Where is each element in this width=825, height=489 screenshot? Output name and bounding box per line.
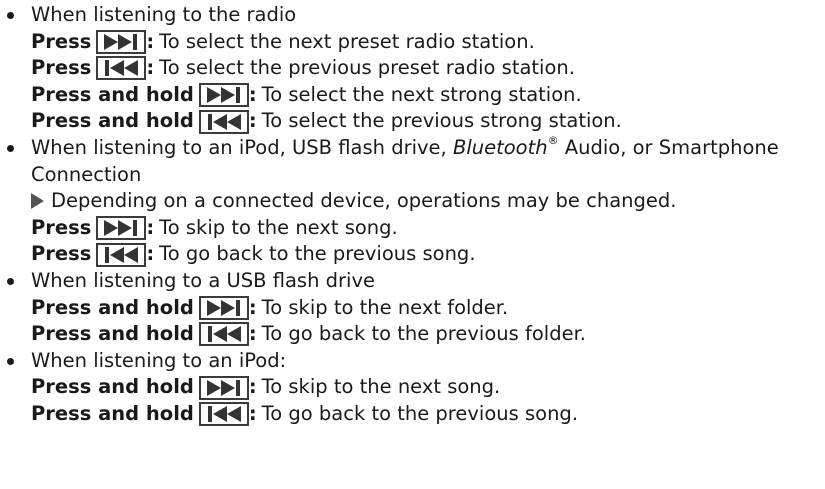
media-heading-part2: Audio, or Smartphone bbox=[558, 135, 779, 159]
item-prefix: Press bbox=[31, 29, 92, 53]
item-colon: : bbox=[248, 322, 257, 346]
bluetooth-term: Bluetooth bbox=[452, 135, 548, 159]
ipod-heading: When listening to an iPod: bbox=[31, 348, 287, 372]
bullet-icon bbox=[7, 277, 14, 285]
item-prefix: Press bbox=[31, 56, 92, 80]
item-prefix: Press and hold bbox=[31, 109, 194, 133]
item-text: To skip to the next folder. bbox=[261, 295, 509, 319]
next-track-icon bbox=[198, 83, 249, 108]
previous-track-icon bbox=[96, 56, 147, 81]
item-prefix: Press bbox=[31, 215, 92, 239]
item-colon: : bbox=[146, 242, 155, 266]
item-prefix: Press and hold bbox=[31, 375, 194, 399]
media-heading-line2: Connection bbox=[0, 162, 825, 189]
media-item-prev-song: Press : To go back to the previous song. bbox=[0, 241, 825, 268]
item-prefix: Press and hold bbox=[31, 82, 194, 106]
media-section: When listening to an iPod, USB flash dri… bbox=[0, 134, 825, 268]
item-text: To go back to the previous song. bbox=[261, 401, 579, 425]
item-text: To select the previous preset radio stat… bbox=[159, 56, 575, 80]
manual-page: When listening to the radio Press : To s… bbox=[0, 0, 825, 489]
radio-item-next-preset: Press : To select the next preset radio … bbox=[0, 29, 825, 56]
ipod-item-next-song: Press and hold : To skip to the next son… bbox=[0, 374, 825, 401]
usb-item-next-folder: Press and hold : To skip to the next fol… bbox=[0, 295, 825, 322]
media-heading-part1: When listening to an iPod, USB flash dri… bbox=[31, 135, 453, 159]
item-text: To skip to the next song. bbox=[261, 375, 501, 399]
bullet-icon bbox=[7, 357, 14, 365]
previous-track-icon bbox=[96, 242, 147, 267]
bullet-icon bbox=[7, 144, 14, 152]
bullet-icon bbox=[7, 11, 14, 19]
item-colon: : bbox=[248, 109, 257, 133]
media-heading-line: When listening to an iPod, USB flash dri… bbox=[0, 134, 825, 162]
note-arrow-icon bbox=[31, 193, 44, 210]
item-text: To select the next preset radio station. bbox=[159, 29, 535, 53]
radio-item-prev-strong: Press and hold : To select the previous … bbox=[0, 108, 825, 135]
item-colon: : bbox=[248, 82, 257, 106]
usb-heading-line: When listening to a USB flash drive bbox=[0, 268, 825, 295]
item-text: To go back to the previous song. bbox=[159, 242, 476, 266]
item-prefix: Press and hold bbox=[31, 322, 194, 346]
ipod-item-prev-song: Press and hold : To go back to the previ… bbox=[0, 401, 825, 428]
next-track-icon bbox=[96, 216, 147, 241]
radio-heading-line: When listening to the radio bbox=[0, 2, 825, 29]
item-text: To go back to the previous folder. bbox=[261, 322, 587, 346]
item-text: To skip to the next song. bbox=[159, 215, 398, 239]
ipod-section: When listening to an iPod: Press and hol… bbox=[0, 348, 825, 428]
registered-mark: ® bbox=[547, 133, 559, 147]
radio-heading: When listening to the radio bbox=[31, 3, 297, 26]
item-colon: : bbox=[146, 215, 155, 239]
item-colon: : bbox=[146, 29, 155, 53]
radio-section: When listening to the radio Press : To s… bbox=[0, 2, 825, 135]
item-prefix: Press bbox=[31, 242, 92, 266]
item-colon: : bbox=[248, 401, 257, 425]
radio-item-prev-preset: Press : To select the previous preset ra… bbox=[0, 55, 825, 82]
media-note: Depending on a connected device, operati… bbox=[0, 188, 825, 215]
item-text: To select the next strong station. bbox=[261, 82, 582, 106]
usb-item-prev-folder: Press and hold : To go back to the previ… bbox=[0, 321, 825, 348]
previous-track-icon bbox=[198, 322, 249, 347]
item-text: To select the previous strong station. bbox=[261, 109, 622, 133]
item-colon: : bbox=[146, 56, 155, 80]
item-prefix: Press and hold bbox=[31, 401, 194, 425]
previous-track-icon bbox=[198, 402, 249, 427]
item-prefix: Press and hold bbox=[31, 295, 194, 319]
next-track-icon bbox=[198, 295, 249, 320]
note-text: Depending on a connected device, operati… bbox=[51, 189, 677, 213]
previous-track-icon bbox=[198, 109, 249, 134]
item-colon: : bbox=[248, 375, 257, 399]
next-track-icon bbox=[198, 375, 249, 400]
ipod-heading-line: When listening to an iPod: bbox=[0, 348, 825, 375]
media-item-next-song: Press : To skip to the next song. bbox=[0, 215, 825, 242]
usb-heading: When listening to a USB flash drive bbox=[31, 268, 375, 292]
item-colon: : bbox=[248, 295, 257, 319]
next-track-icon bbox=[96, 29, 147, 54]
usb-section: When listening to a USB flash drive Pres… bbox=[0, 268, 825, 348]
radio-item-next-strong: Press and hold : To select the next stro… bbox=[0, 82, 825, 109]
media-heading-continued: Connection bbox=[31, 162, 142, 186]
